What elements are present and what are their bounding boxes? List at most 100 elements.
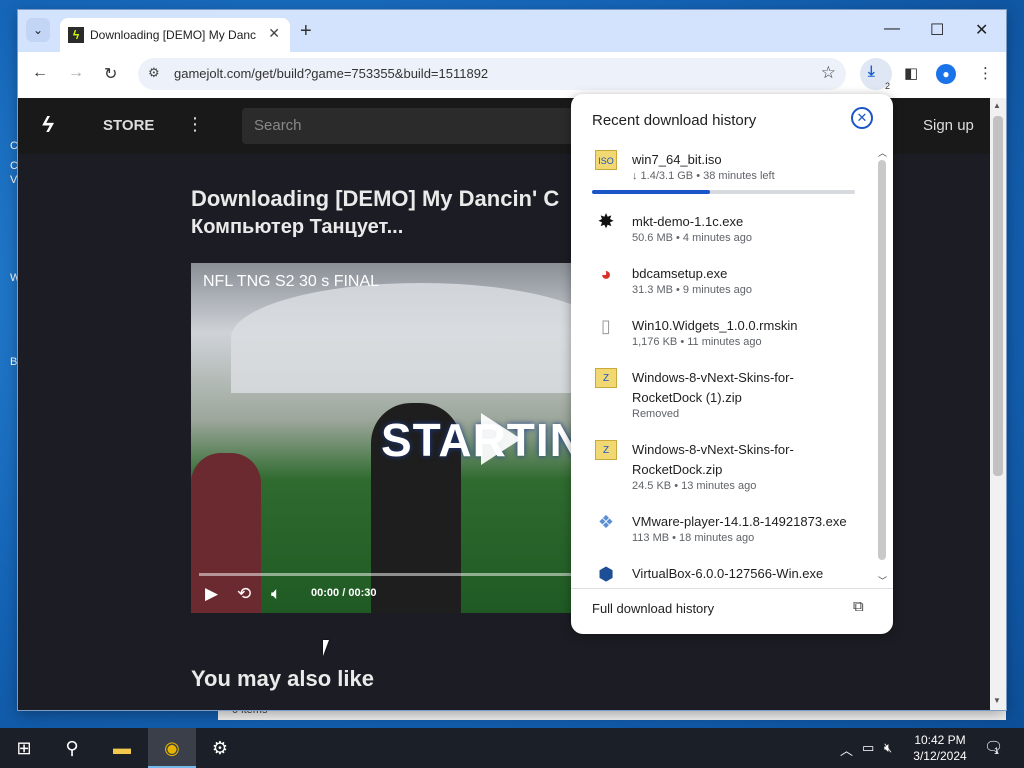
zip-file-icon: Z	[595, 440, 617, 460]
download-list-scrollbar[interactable]: ︿ ﹀	[876, 146, 888, 586]
minimize-button[interactable]: —	[884, 20, 900, 38]
notification-center-button[interactable]: 🗨︎ 1	[984, 738, 1003, 756]
taskbar-settings[interactable]: ⚙	[196, 728, 244, 768]
divider	[571, 588, 893, 589]
menu-dots-icon[interactable]: ⋮	[978, 64, 993, 82]
taskbar-chrome[interactable]: ◉	[148, 728, 196, 768]
tab-search-button[interactable]: ⌄	[26, 18, 50, 42]
clock-date: 3/12/2024	[913, 749, 967, 763]
download-item[interactable]: Z Windows-8-vNext-Skins-for-RocketDock.z…	[571, 436, 876, 508]
download-count: 2	[884, 81, 890, 91]
scroll-up-icon[interactable]: ︿	[878, 146, 887, 159]
video-controls: ▶ ⟲ 🔈︎ 00:00 / 00:30	[191, 573, 581, 613]
big-play-icon[interactable]	[481, 413, 521, 465]
download-item[interactable]: ISO win7_64_bit.iso ↓ 1.4/3.1 GB • 38 mi…	[571, 146, 876, 198]
taskbar-file-explorer[interactable]: ▬	[98, 728, 146, 768]
gear-icon: ⚙	[211, 738, 229, 758]
download-item[interactable]: ◕ bdcamsetup.exe 31.3 MB • 9 minutes ago	[571, 260, 876, 312]
generic-file-icon: ▯	[601, 316, 611, 336]
desktop-icon-fragment: C	[10, 160, 18, 172]
tab-close-icon[interactable]: ✕	[268, 25, 280, 42]
page-scrollbar[interactable]: ▲ ▼	[990, 98, 1006, 710]
play-icon[interactable]: ▶	[205, 584, 218, 604]
desktop-icon-fragment: V	[10, 174, 18, 186]
tab-title: Downloading [DEMO] My Dancin' Computer	[90, 28, 256, 42]
close-window-button[interactable]: ✕	[975, 20, 988, 40]
more-menu-icon[interactable]: ⋮	[186, 114, 204, 135]
download-item[interactable]: Z Windows-8-vNext-Skins-for-RocketDock (…	[571, 364, 876, 436]
download-list: ISO win7_64_bit.iso ↓ 1.4/3.1 GB • 38 mi…	[571, 146, 876, 586]
external-link-icon[interactable]: ⧉	[853, 598, 864, 615]
download-item-name: win7_64_bit.iso	[632, 152, 722, 167]
active-tab[interactable]: ϟ Downloading [DEMO] My Dancin' Computer…	[60, 18, 290, 52]
start-button[interactable]: ⊞	[0, 728, 48, 768]
video-scrubber[interactable]	[199, 573, 579, 576]
download-item-meta: Removed	[632, 408, 680, 420]
download-item[interactable]: ⬢ VirtualBox-6.0.0-127566-Win.exe	[571, 560, 876, 586]
you-may-also-like-heading: You may also like	[191, 666, 375, 691]
download-item-meta: 24.5 KB • 13 minutes ago	[632, 480, 757, 492]
video-time-current: 00:00	[311, 587, 340, 599]
forward-arrow-icon[interactable]: →	[68, 64, 84, 82]
exe-file-icon: ✸	[597, 211, 615, 233]
chevron-down-icon: ⌄	[32, 23, 44, 37]
vmware-icon: ❖	[597, 512, 615, 532]
full-download-history-link[interactable]: Full download history	[592, 601, 714, 616]
scroll-down-icon[interactable]: ﹀	[878, 574, 887, 587]
taskbar: ⊞ ⚲ ▬ ◉ ⚙ ︿ ▭ 🔇︎ 10:42 PM 3/12/2024 🗨︎ 1	[0, 728, 1024, 768]
new-tab-button[interactable]: +	[300, 20, 312, 43]
page-title: Downloading [DEMO] My Dancin' C	[191, 186, 560, 211]
store-link[interactable]: STORE	[103, 117, 154, 134]
download-progress-bar	[592, 190, 855, 194]
close-icon[interactable]: ✕	[851, 107, 873, 129]
downloads-button[interactable]: ⤓ 2	[860, 58, 892, 91]
download-item[interactable]: ▯ Win10.Widgets_1.0.0.rmskin 1,176 KB • …	[571, 312, 876, 364]
zip-file-icon: Z	[595, 368, 617, 388]
bookmark-star-icon[interactable]: ☆	[821, 63, 836, 83]
back-arrow-icon[interactable]: ←	[32, 64, 48, 82]
maximize-button[interactable]: ☐	[930, 20, 944, 40]
network-icon[interactable]: ▭	[862, 740, 874, 756]
download-item[interactable]: ✸ mkt-demo-1.1c.exe 50.6 MB • 4 minutes …	[571, 208, 876, 260]
bandicam-icon: ◕	[600, 264, 612, 284]
video-time-total: 00:30	[348, 587, 377, 599]
chrome-icon: ◉	[164, 738, 180, 758]
scroll-up-icon[interactable]: ▲	[993, 101, 1001, 110]
download-item-name: VirtualBox-6.0.0-127566-Win.exe	[632, 566, 824, 581]
download-item-meta: 31.3 MB • 9 minutes ago	[632, 284, 753, 296]
signup-link[interactable]: Sign up	[923, 117, 974, 134]
download-icon: ⤓	[868, 63, 875, 80]
search-placeholder: Search	[254, 117, 302, 134]
download-item-name: Windows-8-vNext-Skins-for-RocketDock (1)…	[632, 370, 794, 405]
taskbar-clock[interactable]: 10:42 PM 3/12/2024	[910, 732, 970, 764]
desktop-icon-fragment: B	[10, 356, 18, 368]
scrollbar-thumb[interactable]	[993, 116, 1003, 476]
gamejolt-favicon-icon: ϟ	[68, 27, 84, 43]
profile-avatar-icon[interactable]: ●	[936, 64, 956, 84]
chevron-up-icon[interactable]: ︿	[840, 740, 853, 759]
volume-icon[interactable]: 🔈︎	[271, 584, 281, 604]
video-player[interactable]: NFL TNG S2 30 s FINAL STARTING ▶ ⟲ 🔈︎ 00…	[191, 263, 581, 613]
iso-file-icon: ISO	[595, 150, 617, 170]
windows-logo-icon: ⊞	[16, 738, 32, 758]
download-item-meta: ↓ 1.4/3.1 GB • 38 minutes left	[632, 170, 775, 182]
scrollbar-thumb[interactable]	[878, 160, 886, 560]
replay-10-icon[interactable]: ⟲	[237, 584, 251, 604]
site-info-icon[interactable]: ⚙	[148, 65, 160, 81]
download-item-name: Win10.Widgets_1.0.0.rmskin	[632, 318, 798, 333]
search-button[interactable]: ⚲	[48, 728, 96, 768]
volume-muted-icon[interactable]: 🔇︎	[884, 740, 892, 756]
download-item-meta: 1,176 KB • 11 minutes ago	[632, 336, 762, 348]
virtualbox-icon: ⬢	[598, 564, 614, 584]
gamejolt-logo-icon[interactable]: ϟ	[42, 112, 54, 138]
download-item[interactable]: ❖ VMware-player-14.1.8-14921873.exe 113 …	[571, 508, 876, 560]
download-bubble: Recent download history ✕ ISO win7_64_bi…	[571, 94, 893, 634]
address-bar[interactable]: ⚙ gamejolt.com/get/build?game=753355&bui…	[138, 58, 846, 90]
reload-icon[interactable]: ↻	[104, 64, 117, 84]
side-panel-icon[interactable]: ◧	[904, 64, 918, 82]
page-title-line2: Компьютер Танцует...	[191, 216, 404, 238]
scroll-down-icon[interactable]: ▼	[993, 696, 1001, 705]
download-item-meta: 50.6 MB • 4 minutes ago	[632, 232, 753, 244]
url-text[interactable]: gamejolt.com/get/build?game=753355&build…	[174, 66, 488, 81]
desktop-icon-fragment: C	[10, 140, 18, 152]
